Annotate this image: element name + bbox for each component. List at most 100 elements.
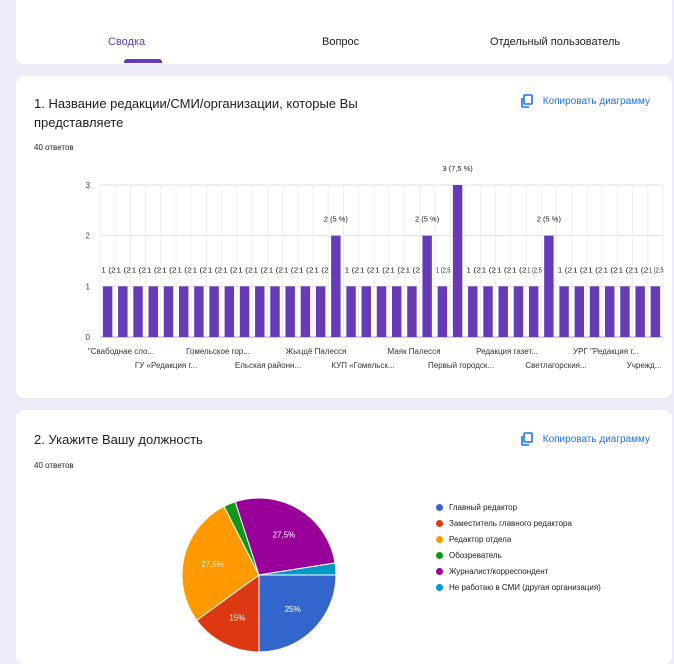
x-tick-label: Маяк Палесся	[388, 347, 441, 356]
bar[interactable]	[483, 286, 493, 337]
bar[interactable]	[391, 286, 402, 337]
bar[interactable]	[315, 286, 326, 337]
bar[interactable]	[544, 235, 554, 337]
bar[interactable]	[574, 286, 585, 337]
bar[interactable]	[422, 235, 432, 337]
bar[interactable]	[133, 286, 143, 337]
bar[interactable]	[285, 286, 295, 337]
bar[interactable]	[635, 286, 645, 337]
copy-chart-label: Копировать диаграмму	[542, 95, 650, 107]
data-label: 1 (2	[360, 265, 375, 274]
legend-swatch	[436, 568, 443, 575]
question-card-1: 01231 (2 1 (2 1 (2 1 (2 1 (2 1 (2 1 (2 1 (2 1 (2…	[16, 76, 672, 398]
data-label: 1 (2	[116, 265, 130, 274]
data-label: 1 (2	[132, 265, 147, 274]
active-tab-indicator	[124, 59, 162, 63]
tab-individual[interactable]: Отдельный пользователь	[490, 36, 620, 48]
data-label: 1 (2	[223, 265, 238, 274]
data-label: 1 (2	[482, 265, 497, 274]
y-tick-label: 2	[86, 232, 91, 241]
y-tick-label: 0	[86, 333, 91, 342]
data-label: 1 (2	[466, 265, 481, 274]
tab-question[interactable]: Вопрос	[322, 36, 359, 48]
data-label: 1 (2	[253, 265, 268, 274]
copy-icon	[520, 94, 533, 108]
x-tick-label: Ельская районн...	[235, 361, 301, 370]
copy-chart-label: Копировать диаграмму	[542, 433, 650, 445]
bar[interactable]	[361, 286, 372, 337]
legend-label: Обозреватель	[449, 551, 502, 560]
data-label: 1 (2	[238, 265, 253, 274]
bar[interactable]	[605, 286, 615, 337]
data-label: 3 (7,5 %)	[442, 164, 473, 173]
bar[interactable]	[163, 286, 174, 337]
data-label: 1 (2	[299, 265, 314, 274]
x-tick-label: УРГ "Редакция г...	[573, 347, 639, 356]
data-label: 1 (2	[390, 265, 405, 274]
x-tick-label: Жыццё Палесся	[286, 347, 347, 356]
legend-item: Не работаю в СМИ (другая организация)	[436, 582, 636, 593]
bar[interactable]	[148, 286, 158, 337]
bar[interactable]	[376, 286, 387, 337]
chart-legend: Главный редактор Заместитель главного ред…	[436, 502, 636, 598]
bar[interactable]	[209, 286, 219, 337]
legend-item: Обозреватель	[436, 550, 636, 561]
legend-item: Заместитель главного редактора	[436, 518, 636, 529]
bar[interactable]	[437, 286, 448, 337]
data-label: 1 (2	[512, 265, 527, 274]
slice-label: 27,5%	[201, 560, 224, 569]
x-tick-label: Гомельское гор...	[186, 347, 250, 356]
bar[interactable]	[513, 286, 524, 337]
data-label: 1 (2	[558, 265, 573, 274]
data-label: 1 (2	[193, 265, 208, 274]
data-label: 1 (2	[406, 265, 421, 274]
data-label: 1 (2	[284, 265, 299, 274]
bar[interactable]	[331, 235, 341, 337]
bar[interactable]	[346, 286, 356, 337]
bar[interactable]	[468, 286, 478, 337]
bar[interactable]	[620, 286, 630, 337]
legend-label: Редактор отдела	[449, 535, 512, 544]
bar[interactable]	[650, 286, 661, 337]
bar[interactable]	[102, 286, 113, 337]
data-label: 1 (2	[603, 265, 618, 274]
y-tick-label: 3	[86, 181, 91, 190]
bar[interactable]	[407, 286, 417, 337]
copy-chart-button[interactable]: Копировать диаграмму	[520, 432, 650, 446]
slice-label: 27,5%	[273, 530, 296, 539]
tabs-bar: Сводка Вопрос Отдельный пользователь	[16, 0, 672, 64]
bar[interactable]	[559, 286, 569, 337]
bar[interactable]	[498, 286, 508, 337]
legend-item: Журналист/корреспондент	[436, 566, 636, 577]
legend-label: Заместитель главного редактора	[449, 519, 572, 528]
bar[interactable]	[270, 286, 280, 337]
bar[interactable]	[589, 286, 600, 337]
bar[interactable]	[224, 286, 235, 337]
bar[interactable]	[178, 286, 189, 337]
legend-item: Редактор отдела	[436, 534, 636, 545]
data-label: 1 (2	[375, 265, 390, 274]
question-card-2: 25% 15% 27,5% 27,5% 2. Укажите Вашу должнос…	[16, 410, 672, 664]
bar[interactable]	[528, 286, 539, 337]
data-label: 1 (2	[147, 265, 162, 274]
x-tick-label: Редакция газет...	[476, 347, 538, 356]
response-count: 40 ответов	[34, 461, 74, 470]
x-tick-label: КУП «Гомельск...	[331, 361, 394, 370]
y-tick-label: 1	[86, 282, 91, 291]
copy-chart-button[interactable]: Копировать диаграмму	[520, 94, 650, 108]
data-label: 1 (2	[177, 265, 192, 274]
data-label: 1 (2	[314, 265, 329, 274]
x-tick-label: ГУ «Редакция г...	[135, 361, 197, 370]
legend-swatch	[436, 552, 443, 559]
data-label: 1 (2	[162, 265, 177, 274]
x-tick-label: Учрежд...	[627, 361, 662, 370]
bar[interactable]	[255, 286, 265, 337]
bar[interactable]	[118, 286, 128, 337]
bar[interactable]	[452, 185, 463, 337]
x-tick-label: Первый городск...	[428, 361, 494, 370]
bar[interactable]	[194, 286, 204, 337]
bar[interactable]	[239, 286, 250, 337]
legend-swatch	[436, 536, 443, 543]
bar[interactable]	[300, 286, 311, 337]
tab-summary[interactable]: Сводка	[108, 36, 145, 48]
